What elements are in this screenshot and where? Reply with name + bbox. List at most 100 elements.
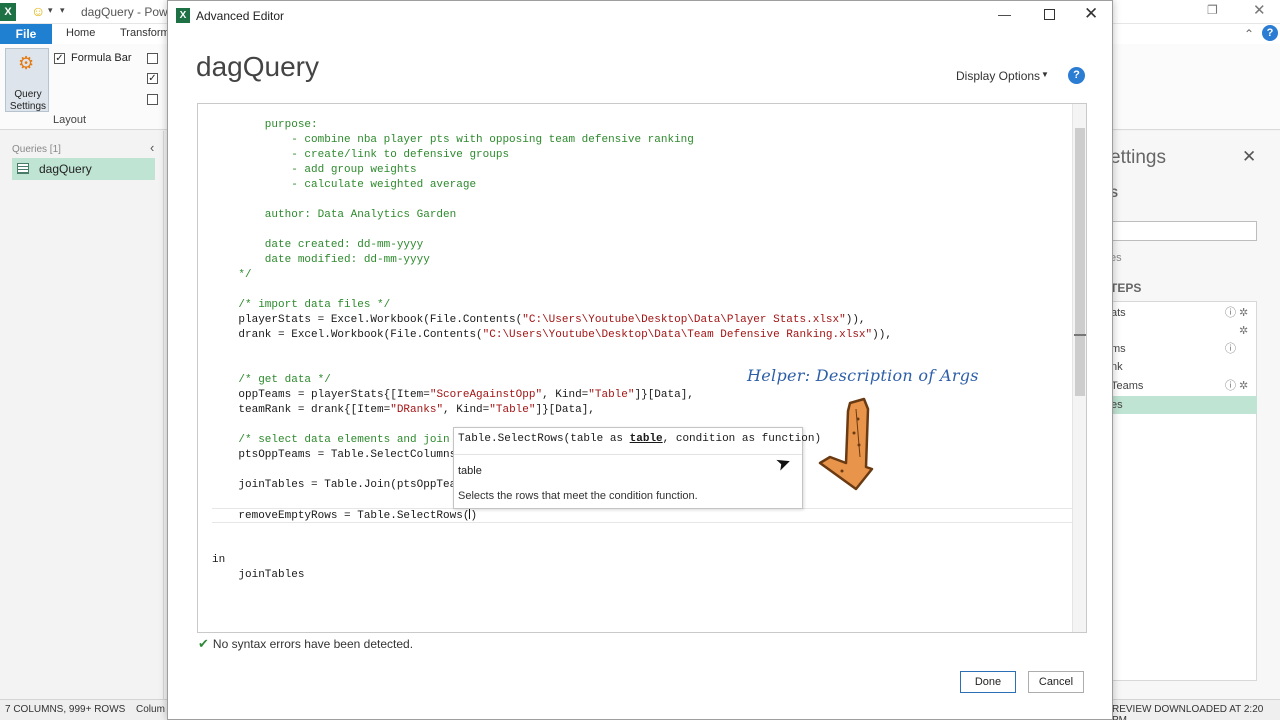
code-line[interactable]: ptsOppTeams = Table.SelectColumns(o (212, 448, 469, 463)
restore-icon[interactable]: ❐ (1207, 3, 1218, 17)
layout-checkbox-1[interactable] (147, 53, 158, 64)
helper-annotation: Helper: Description of Args (747, 366, 979, 385)
status-column-profiling: Colum (136, 704, 165, 715)
smiley-feedback-icon[interactable]: ☺ (31, 3, 45, 19)
code-line[interactable]: - create/link to defensive groups (212, 148, 509, 163)
layout-checkbox-3[interactable] (147, 94, 158, 105)
code-line[interactable]: /* get data */ (212, 373, 330, 388)
query-item-label: dagQuery (39, 162, 92, 176)
code-line-text: joinTables (212, 569, 305, 581)
code-line[interactable]: in (212, 553, 225, 568)
query-settings-pane: ettings ✕ S es TEPS ats ⓘ ✲ ✲ ms ⓘ nk Tea… (1110, 131, 1280, 699)
parameter-name: table (458, 465, 482, 477)
collapse-pane-icon[interactable]: ‹ (150, 140, 154, 155)
code-line-text: removeEmptyRows = Table.SelectRows( (212, 510, 470, 522)
code-line[interactable]: date modified: dd-mm-yyyy (212, 253, 430, 268)
close-icon[interactable]: ✕ (1084, 4, 1098, 24)
step-item-selected[interactable]: es (1111, 396, 1257, 414)
function-signature: Table.SelectRows(table as table, conditi… (458, 433, 822, 445)
scrollbar-marker (1074, 334, 1086, 336)
done-button[interactable]: Done (960, 671, 1016, 693)
code-line[interactable]: author: Data Analytics Garden (212, 208, 456, 223)
dialog-title: Advanced Editor (196, 9, 285, 23)
status-preview-downloaded: REVIEW DOWNLOADED AT 2:20 PM (1112, 704, 1264, 720)
code-line-text: date created: dd-mm-yyyy (212, 239, 424, 251)
help-icon[interactable]: ? (1262, 25, 1278, 41)
gear-icon[interactable]: ✲ (1239, 304, 1248, 322)
display-options-button[interactable]: Display Options (956, 69, 1040, 83)
excel-icon: X (0, 3, 16, 21)
code-line[interactable]: drank = Excel.Workbook(File.Contents("C:… (212, 328, 892, 343)
code-line-suffix: ) (470, 510, 478, 522)
code-line[interactable]: removeEmptyRows = Table.SelectRows() (212, 508, 477, 523)
step-item[interactable]: ms ⓘ (1111, 340, 1257, 358)
status-rows-columns: 7 COLUMNS, 999+ ROWS (5, 704, 126, 715)
code-line[interactable]: - add group weights (212, 163, 416, 178)
query-item-dagquery[interactable]: dagQuery (12, 158, 155, 180)
tab-file[interactable]: File (0, 24, 52, 44)
code-line[interactable]: purpose: (212, 118, 318, 133)
code-line[interactable]: /* import data files */ (212, 298, 390, 313)
step-item[interactable]: ats ⓘ ✲ (1111, 304, 1257, 322)
query-settings-label: Query Settings (9, 89, 47, 112)
code-line[interactable]: /* select data elements and join ta (212, 433, 469, 448)
code-line[interactable]: oppTeams = playerStats{[Item="ScoreAgain… (212, 388, 694, 403)
query-settings-button[interactable]: ⚙ Query Settings (5, 48, 49, 112)
function-description: Selects the rows that meet the condition… (458, 490, 698, 502)
maximize-icon[interactable] (1044, 9, 1055, 20)
code-line[interactable]: */ (212, 268, 251, 283)
help-icon[interactable]: ? (1068, 67, 1085, 84)
close-icon[interactable]: ✕ (1253, 1, 1266, 19)
code-line-text: oppTeams = playerStats{[Item="ScoreAgain… (212, 389, 694, 401)
code-line[interactable]: - combine nba player pts with opposing t… (212, 133, 694, 148)
code-line[interactable]: playerStats = Excel.Workbook(File.Conten… (212, 313, 865, 328)
query-settings-title: ettings (1110, 147, 1166, 168)
query-name-input[interactable] (1110, 221, 1257, 241)
info-icon[interactable]: ⓘ (1225, 340, 1236, 358)
code-line[interactable]: - calculate weighted average (212, 178, 476, 193)
gear-icon[interactable]: ✲ (1239, 377, 1248, 395)
code-line-text: - combine nba player pts with opposing t… (212, 134, 694, 146)
cancel-button[interactable]: Cancel (1028, 671, 1084, 693)
page-title: dagQuery (196, 51, 319, 82)
dialog-title-bar: X Advanced Editor — ✕ (168, 1, 1112, 31)
close-icon[interactable]: ✕ (1242, 147, 1256, 167)
code-line[interactable]: teamRank = drank{[Item="DRanks", Kind="T… (212, 403, 595, 418)
step-item[interactable]: ✲ (1111, 322, 1257, 340)
gear-icon[interactable]: ✲ (1239, 322, 1248, 340)
tab-home[interactable]: Home (66, 27, 95, 39)
info-icon[interactable]: ⓘ (1225, 377, 1236, 395)
code-line-text: purpose: (212, 119, 318, 131)
step-item[interactable]: Teams ⓘ ✲ (1111, 377, 1257, 395)
code-line[interactable]: joinTables = Table.Join(ptsOppTeams (212, 478, 469, 493)
layout-checkbox-2[interactable]: ✓ (147, 73, 158, 84)
step-item[interactable]: nk (1111, 358, 1257, 376)
advanced-editor-dialog: X Advanced Editor — ✕ dagQuery Display O… (167, 0, 1113, 720)
code-line-text: /* import data files */ (212, 299, 391, 311)
tab-transform[interactable]: Transform (120, 27, 170, 39)
customize-toolbar-icon[interactable]: ▾ (60, 5, 65, 16)
code-line-text: - create/link to defensive groups (212, 149, 510, 161)
collapse-ribbon-icon[interactable]: ⌃ (1244, 27, 1254, 41)
applied-steps-header: TEPS (1110, 281, 1142, 295)
excel-icon: X (176, 8, 190, 23)
code-line-text: ptsOppTeams = Table.SelectColumns(o (212, 449, 470, 461)
code-line-text: joinTables = Table.Join(ptsOppTeams (212, 479, 470, 491)
table-icon (17, 163, 29, 174)
info-icon[interactable]: ⓘ (1225, 304, 1236, 322)
queries-header: Queries [1] (12, 144, 61, 155)
code-line[interactable]: joinTables (212, 568, 304, 583)
formula-bar-checkbox[interactable]: ✓ (54, 53, 65, 64)
queries-pane: Queries [1] ‹ dagQuery (0, 131, 164, 699)
code-line-text: author: Data Analytics Garden (212, 209, 457, 221)
code-line[interactable]: date created: dd-mm-yyyy (212, 238, 423, 253)
code-line-text: drank = Excel.Workbook(File.Contents("C:… (212, 329, 892, 341)
minimize-icon[interactable]: — (998, 7, 1011, 22)
applied-steps-list: ats ⓘ ✲ ✲ ms ⓘ nk Teams ⓘ ✲ es (1110, 301, 1257, 681)
code-line-text: teamRank = drank{[Item="DRanks", Kind="T… (212, 404, 595, 416)
quick-access-icon[interactable]: ▾ (48, 5, 53, 16)
scrollbar-thumb[interactable] (1075, 128, 1085, 396)
code-editor[interactable]: purpose: - combine nba player pts with o… (197, 103, 1087, 633)
vertical-scrollbar[interactable] (1072, 104, 1086, 632)
chevron-down-icon[interactable]: ▼ (1041, 70, 1049, 79)
